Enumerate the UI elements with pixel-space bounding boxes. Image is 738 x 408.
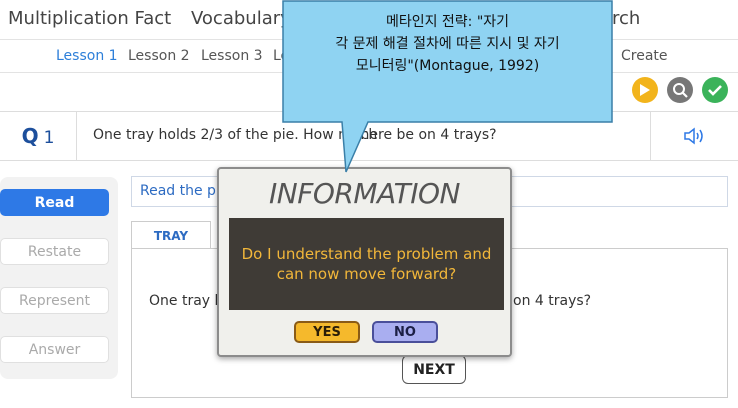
- work-text-right: on 4 trays?: [513, 293, 592, 309]
- search-icon[interactable]: [667, 77, 693, 103]
- dialog-title: INFORMATION: [269, 177, 460, 210]
- nav-research[interactable]: rch: [612, 8, 640, 29]
- step-panel: Read Restate Represent Answer: [0, 177, 118, 379]
- callout-line-1: 메타인지 전략: "자기: [385, 14, 510, 30]
- tab-lesson-2[interactable]: Lesson 2: [128, 48, 190, 64]
- information-dialog: INFORMATION Do I understand the problem …: [217, 167, 512, 357]
- question-number: 1: [43, 128, 55, 148]
- tab-tray[interactable]: TRAY: [131, 221, 211, 249]
- check-icon[interactable]: [702, 77, 728, 103]
- callout-text: 메타인지 전략: "자기 각 문제 해결 절차에 따른 지시 및 자기 모니터링…: [282, 11, 613, 77]
- callout-line-2: 각 문제 해결 절차에 따른 지시 및 자기: [335, 36, 560, 52]
- callout-line-3: 모니터링"(Montague, 1992): [355, 58, 540, 74]
- callout-balloon: 메타인지 전략: "자기 각 문제 해결 절차에 따른 지시 및 자기 모니터링…: [282, 0, 613, 173]
- dialog-message-line-1: Do I understand the problem and: [241, 245, 492, 263]
- speaker-icon[interactable]: [650, 112, 738, 160]
- represent-button[interactable]: Represent: [0, 287, 109, 314]
- status-icons: [632, 77, 728, 105]
- dialog-message: Do I understand the problem and can now …: [229, 218, 504, 310]
- question-letter: Q: [21, 124, 39, 148]
- dialog-message-line-2: can now move forward?: [276, 265, 457, 283]
- question-label: Q 1: [0, 112, 77, 160]
- nav-vocabulary[interactable]: Vocabulary: [191, 8, 291, 29]
- next-button[interactable]: NEXT: [402, 355, 466, 384]
- tab-lesson-1[interactable]: Lesson 1: [56, 48, 118, 64]
- tab-create[interactable]: Create: [621, 48, 668, 64]
- no-button[interactable]: NO: [372, 321, 438, 343]
- yes-button[interactable]: YES: [294, 321, 360, 343]
- restate-button[interactable]: Restate: [0, 238, 109, 265]
- read-button[interactable]: Read: [0, 189, 109, 216]
- nav-multiplication-fact[interactable]: Multiplication Fact: [8, 8, 171, 29]
- tab-lesson-3[interactable]: Lesson 3: [201, 48, 263, 64]
- play-icon[interactable]: [632, 77, 658, 103]
- answer-button[interactable]: Answer: [0, 336, 109, 363]
